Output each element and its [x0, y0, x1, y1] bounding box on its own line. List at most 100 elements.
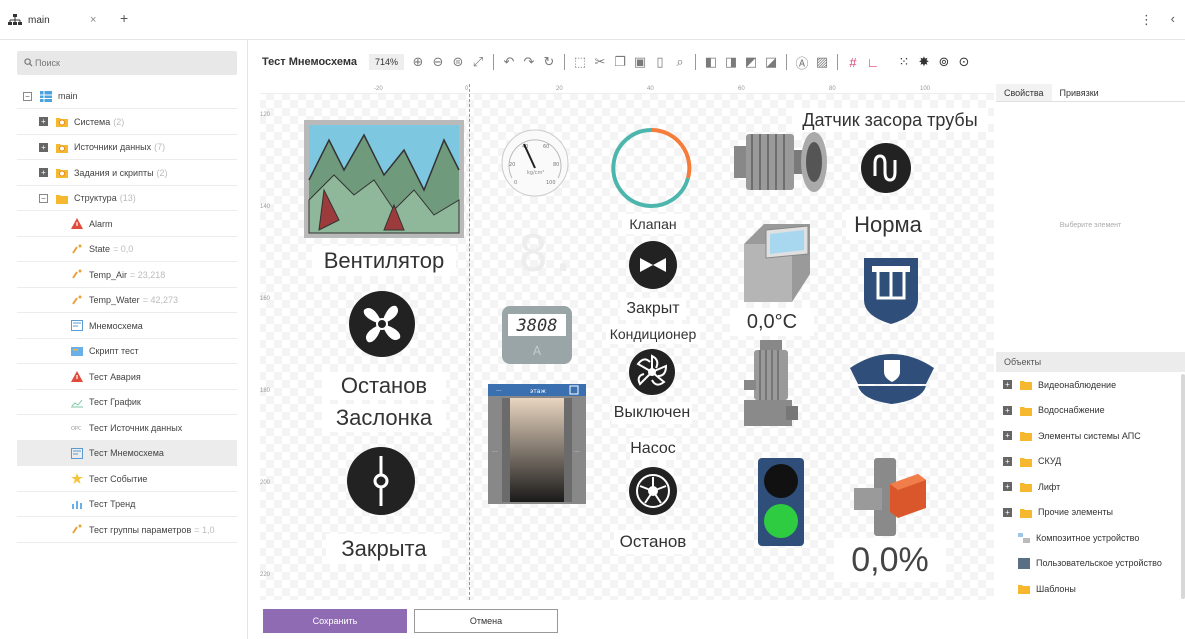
- water-pump-device[interactable]: [744, 340, 798, 428]
- expand-icon[interactable]: +: [1003, 380, 1012, 390]
- expand-icon[interactable]: +: [39, 142, 48, 152]
- object-item[interactable]: + Водоснабжение: [996, 398, 1185, 424]
- valve-closed-icon[interactable]: [628, 240, 678, 290]
- zoom-level[interactable]: 714%: [368, 54, 404, 70]
- add-tab-button[interactable]: +: [120, 10, 128, 26]
- object-item[interactable]: + Прочие элементы: [996, 500, 1185, 526]
- tree-item[interactable]: − Структура (13): [17, 186, 237, 211]
- expand-icon[interactable]: +: [1003, 405, 1012, 415]
- more-menu-icon[interactable]: ⋮: [1140, 12, 1153, 28]
- tab-main[interactable]: main ×: [8, 8, 112, 32]
- expand-icon[interactable]: +: [1003, 482, 1012, 492]
- motor-device[interactable]: [732, 126, 828, 198]
- object-item[interactable]: + Элементы системы АПС: [996, 423, 1185, 449]
- shield-icon[interactable]: [864, 258, 918, 324]
- editor-canvas[interactable]: Вентилятор Останов Заслонка Закрыта 0 20…: [250, 84, 994, 600]
- expand-icon[interactable]: +: [39, 168, 48, 177]
- tree-item[interactable]: Тест Тренд: [17, 492, 237, 517]
- snap-grid-icon[interactable]: ⁙: [894, 52, 914, 72]
- folder-badge-icon: [56, 143, 68, 153]
- expand-icon[interactable]: +: [1003, 456, 1012, 466]
- send-backward-icon[interactable]: ◩: [741, 52, 761, 72]
- redo-icon[interactable]: ↷: [519, 52, 539, 72]
- paste-icon[interactable]: ▣: [630, 52, 650, 72]
- fit-screen-icon[interactable]: ⤢: [468, 52, 488, 72]
- sensor-title-label: Датчик засора трубы: [792, 108, 988, 132]
- tree-item[interactable]: Тест Событие: [17, 467, 237, 492]
- bring-forward-icon[interactable]: ◨: [721, 52, 741, 72]
- object-item[interactable]: + Лифт: [996, 474, 1185, 500]
- tree-item[interactable]: OPC Тест Источник данных: [17, 416, 237, 441]
- tree-item[interactable]: + Источники данных (7): [17, 135, 237, 160]
- object-item[interactable]: Пользовательское устройство: [996, 551, 1185, 577]
- tree-item[interactable]: Тест График: [17, 390, 237, 415]
- tree-item-label: Источники данных: [74, 142, 152, 152]
- collapse-icon[interactable]: −: [23, 91, 32, 101]
- find-icon[interactable]: ⌕: [670, 52, 690, 72]
- boiler-device[interactable]: [744, 224, 810, 302]
- zoom-reset-icon[interactable]: ⊜: [448, 52, 468, 72]
- ac-fan-icon[interactable]: [628, 348, 676, 396]
- expand-icon[interactable]: +: [1003, 507, 1012, 517]
- param-icon: [72, 244, 82, 254]
- send-back-icon[interactable]: ◪: [761, 52, 781, 72]
- collapse-icon[interactable]: ‹: [1171, 11, 1175, 26]
- valve-progress-arc[interactable]: [610, 126, 694, 210]
- grid-icon[interactable]: #: [843, 52, 863, 72]
- tree-item[interactable]: + Задания и скрипты (2): [17, 161, 237, 186]
- tree-item[interactable]: Temp_Air = 23,218: [17, 263, 237, 288]
- tree-item[interactable]: + Система (2): [17, 110, 237, 135]
- landscape-image[interactable]: [304, 120, 464, 238]
- text-tool-icon[interactable]: Ⓐ: [792, 52, 812, 72]
- undo-icon[interactable]: ↶: [499, 52, 519, 72]
- search-input[interactable]: [17, 51, 237, 75]
- zoom-in-icon[interactable]: ⊕: [408, 52, 428, 72]
- tree-root[interactable]: − main: [17, 84, 237, 109]
- image-tool-icon[interactable]: ▨: [812, 52, 832, 72]
- tree-item[interactable]: Alarm: [17, 212, 237, 237]
- ruler-tick-top: -20: [374, 86, 383, 92]
- tree-item[interactable]: Скрипт тест: [17, 339, 237, 364]
- pump-icon[interactable]: [628, 466, 678, 516]
- ruler-icon[interactable]: ∟: [863, 52, 883, 72]
- tree-item[interactable]: State = 0,0: [17, 237, 237, 262]
- upload-icon[interactable]: ⊚: [934, 52, 954, 72]
- tree-item[interactable]: Тест группы параметров = 1,0: [17, 518, 237, 543]
- history-icon[interactable]: ↻: [539, 52, 559, 72]
- cancel-button[interactable]: Отмена: [414, 609, 558, 633]
- object-item[interactable]: + СКУД: [996, 449, 1185, 475]
- tab-properties[interactable]: Свойства: [996, 84, 1052, 101]
- tree-item[interactable]: Temp_Water = 42,273: [17, 288, 237, 313]
- bring-front-icon[interactable]: ◧: [701, 52, 721, 72]
- damper-icon[interactable]: [346, 446, 416, 516]
- save-button[interactable]: Сохранить: [263, 609, 407, 633]
- expand-icon[interactable]: +: [39, 117, 48, 126]
- fan-icon[interactable]: [348, 290, 416, 358]
- sensor-wave-icon[interactable]: [860, 142, 912, 194]
- collapse-icon[interactable]: −: [39, 193, 48, 203]
- traffic-light[interactable]: [758, 458, 804, 546]
- zoom-out-icon[interactable]: ⊖: [428, 52, 448, 72]
- cut-icon[interactable]: ✂: [590, 52, 610, 72]
- gauge-tick: 20: [509, 162, 515, 168]
- pipe-valve-device[interactable]: [854, 458, 928, 538]
- tab-bindings[interactable]: Привязки: [1052, 84, 1107, 101]
- lift-widget[interactable]: этаж ··· ··· ···: [488, 384, 586, 504]
- tree-item[interactable]: Мнемосхема: [17, 314, 237, 339]
- delete-icon[interactable]: ▯: [650, 52, 670, 72]
- security-cap-icon[interactable]: [846, 348, 938, 408]
- download-icon[interactable]: ⊙: [954, 52, 974, 72]
- tab-close-icon[interactable]: ×: [90, 14, 96, 26]
- ammeter-device[interactable]: 3808 A: [502, 306, 572, 364]
- select-icon[interactable]: ⬚: [570, 52, 590, 72]
- tree-item[interactable]: Тест Авария: [17, 365, 237, 390]
- object-item[interactable]: + Видеонаблюдение: [996, 372, 1185, 398]
- tree-item[interactable]: Тест Мнемосхема: [17, 441, 237, 466]
- debug-icon[interactable]: ✸: [914, 52, 934, 72]
- pressure-gauge[interactable]: 0 20 40 60 80 100 kg/cm²: [500, 128, 570, 198]
- object-item[interactable]: Композитное устройство: [996, 525, 1185, 551]
- copy-icon[interactable]: ❐: [610, 52, 630, 72]
- expand-icon[interactable]: +: [1003, 431, 1012, 441]
- objects-scrollbar[interactable]: [1181, 374, 1185, 599]
- object-item[interactable]: Шаблоны: [996, 576, 1185, 602]
